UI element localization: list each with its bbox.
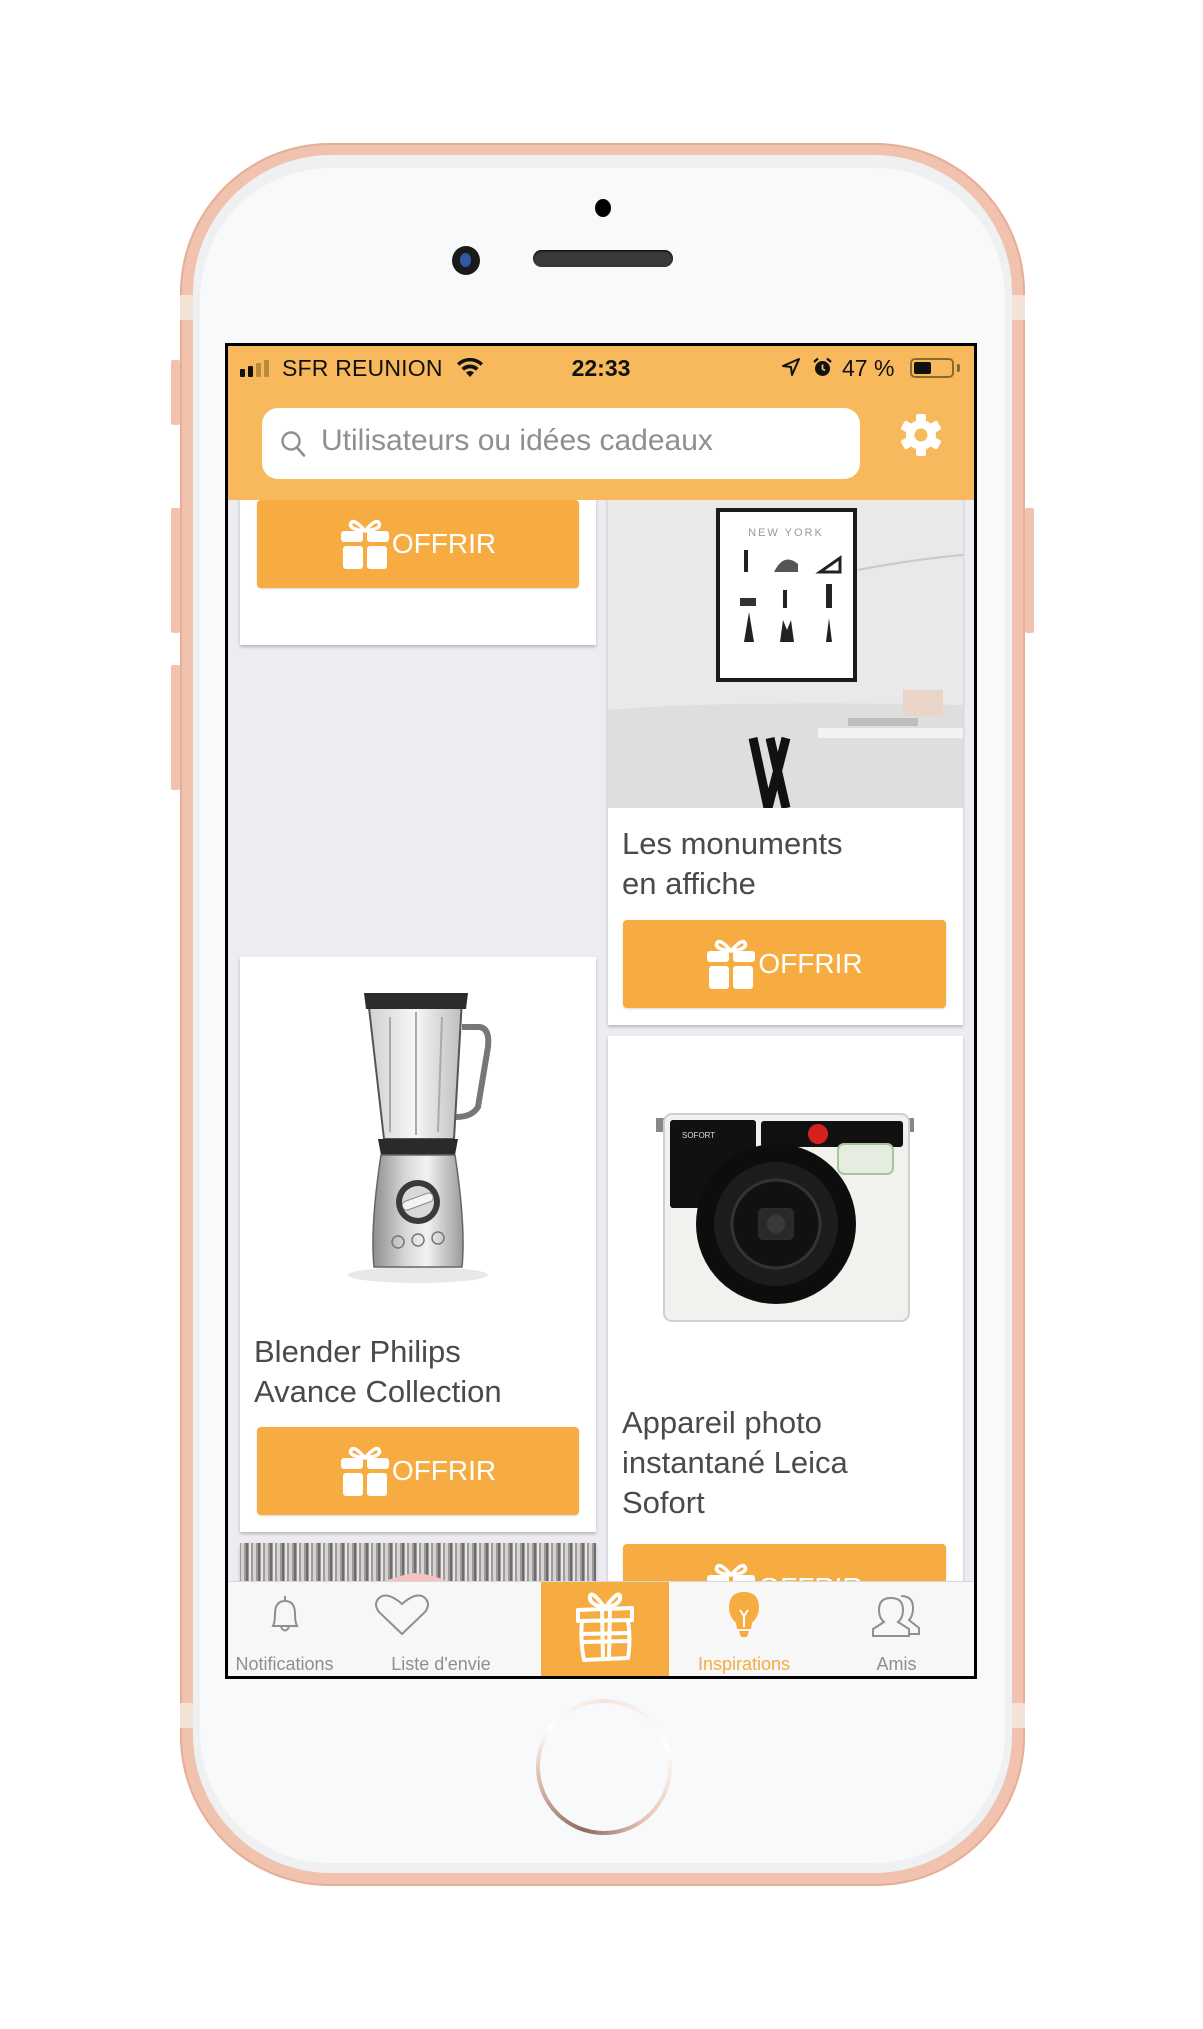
poster-caption: NEW YORK [748, 527, 824, 539]
product-image-bathrobe[interactable] [240, 1543, 596, 1581]
offer-button-label: OFFRIR [391, 528, 497, 559]
gift-card[interactable]: SOFORT Appareil photo instantané Leica S… [608, 1036, 963, 1581]
tab-gift[interactable] [541, 1582, 669, 1676]
search-icon [281, 431, 306, 457]
gift-icon [706, 938, 756, 990]
gift-card[interactable]: NEW YORK Les monuments en affiche OFFRIR [608, 500, 963, 1025]
product-title[interactable]: Blender Philips Avance Collection [254, 1332, 502, 1412]
proximity-sensor [595, 199, 611, 217]
svg-text:SOFORT: SOFORT [682, 1131, 715, 1140]
alarm-clock-icon [813, 357, 832, 376]
earpiece-speaker [533, 250, 673, 267]
product-title[interactable]: Les monuments en affiche [622, 824, 843, 904]
offer-button[interactable]: OFFRIR [623, 1544, 946, 1581]
gift-icon [340, 1445, 390, 1497]
battery-level [914, 362, 931, 374]
product-image-poster[interactable]: NEW YORK [608, 500, 963, 808]
gift-card[interactable] [240, 1543, 596, 1581]
battery-percentage: 47 % [842, 355, 895, 381]
power-button [1025, 508, 1034, 633]
search-input[interactable]: Utilisateurs ou idées cadeaux [262, 408, 860, 479]
app-header: SFR REUNION 22:33 47 % Utilisateurs ou i… [228, 346, 974, 500]
mute-switch [171, 360, 180, 425]
bell-icon [271, 1596, 299, 1632]
home-button[interactable] [536, 1699, 672, 1835]
tab-bar: Notifications Liste d'envie Inspirations… [228, 1581, 974, 1676]
antenna-band [180, 295, 193, 320]
gift-card[interactable]: Blender Philips Avance Collection OFFRIR [240, 957, 596, 1532]
screen: SFR REUNION 22:33 47 % Utilisateurs ou i… [225, 343, 977, 1679]
gift-icon [340, 518, 390, 570]
gift-icon [576, 1592, 634, 1662]
friends-icon [872, 1595, 920, 1637]
battery-icon [910, 358, 954, 378]
leica-camera-image: SOFORT [656, 1113, 914, 1322]
tab-wishlist[interactable]: Liste d'envie [341, 1582, 541, 1676]
heart-icon [375, 1594, 429, 1636]
antenna-band [180, 1703, 193, 1728]
offer-button[interactable]: OFFRIR [257, 500, 579, 588]
status-bar: SFR REUNION 22:33 47 % [228, 346, 974, 392]
app-screen: SFR REUNION 22:33 47 % Utilisateurs ou i… [228, 346, 974, 1676]
offer-button[interactable]: OFFRIR [623, 920, 946, 1008]
bathrobe-photo [240, 1543, 596, 1581]
tab-friends[interactable]: Amis [819, 1582, 974, 1676]
gift-card: OFFRIR [240, 500, 596, 645]
antenna-band [1012, 1703, 1025, 1728]
offer-button-label: OFFRIR [391, 1455, 497, 1486]
product-title[interactable]: Appareil photo instantané Leica Sofort [622, 1403, 848, 1523]
product-image-camera[interactable]: SOFORT [608, 1036, 963, 1396]
gift-icon [706, 1562, 756, 1581]
volume-up-button [171, 508, 180, 633]
tab-notifications[interactable]: Notifications [228, 1582, 341, 1676]
gear-icon[interactable] [898, 412, 944, 458]
offer-button-label: OFFRIR [758, 1572, 862, 1581]
blender-image [348, 993, 492, 1283]
location-arrow-icon [782, 358, 800, 376]
offer-button-label: OFFRIR [758, 948, 863, 979]
volume-down-button [171, 665, 180, 790]
product-image-blender[interactable] [240, 957, 596, 1302]
inspirations-feed[interactable]: OFFRIR Blender Philips Avance Collection… [228, 500, 974, 1581]
antenna-band [1012, 295, 1025, 320]
new-york-poster-image: NEW YORK [608, 500, 963, 808]
tab-inspirations[interactable]: Inspirations [669, 1582, 819, 1676]
offer-button[interactable]: OFFRIR [257, 1427, 579, 1515]
front-camera-icon [452, 246, 480, 275]
battery-cap [957, 364, 960, 372]
lightbulb-icon [729, 1592, 759, 1637]
search-placeholder: Utilisateurs ou idées cadeaux [321, 424, 713, 457]
